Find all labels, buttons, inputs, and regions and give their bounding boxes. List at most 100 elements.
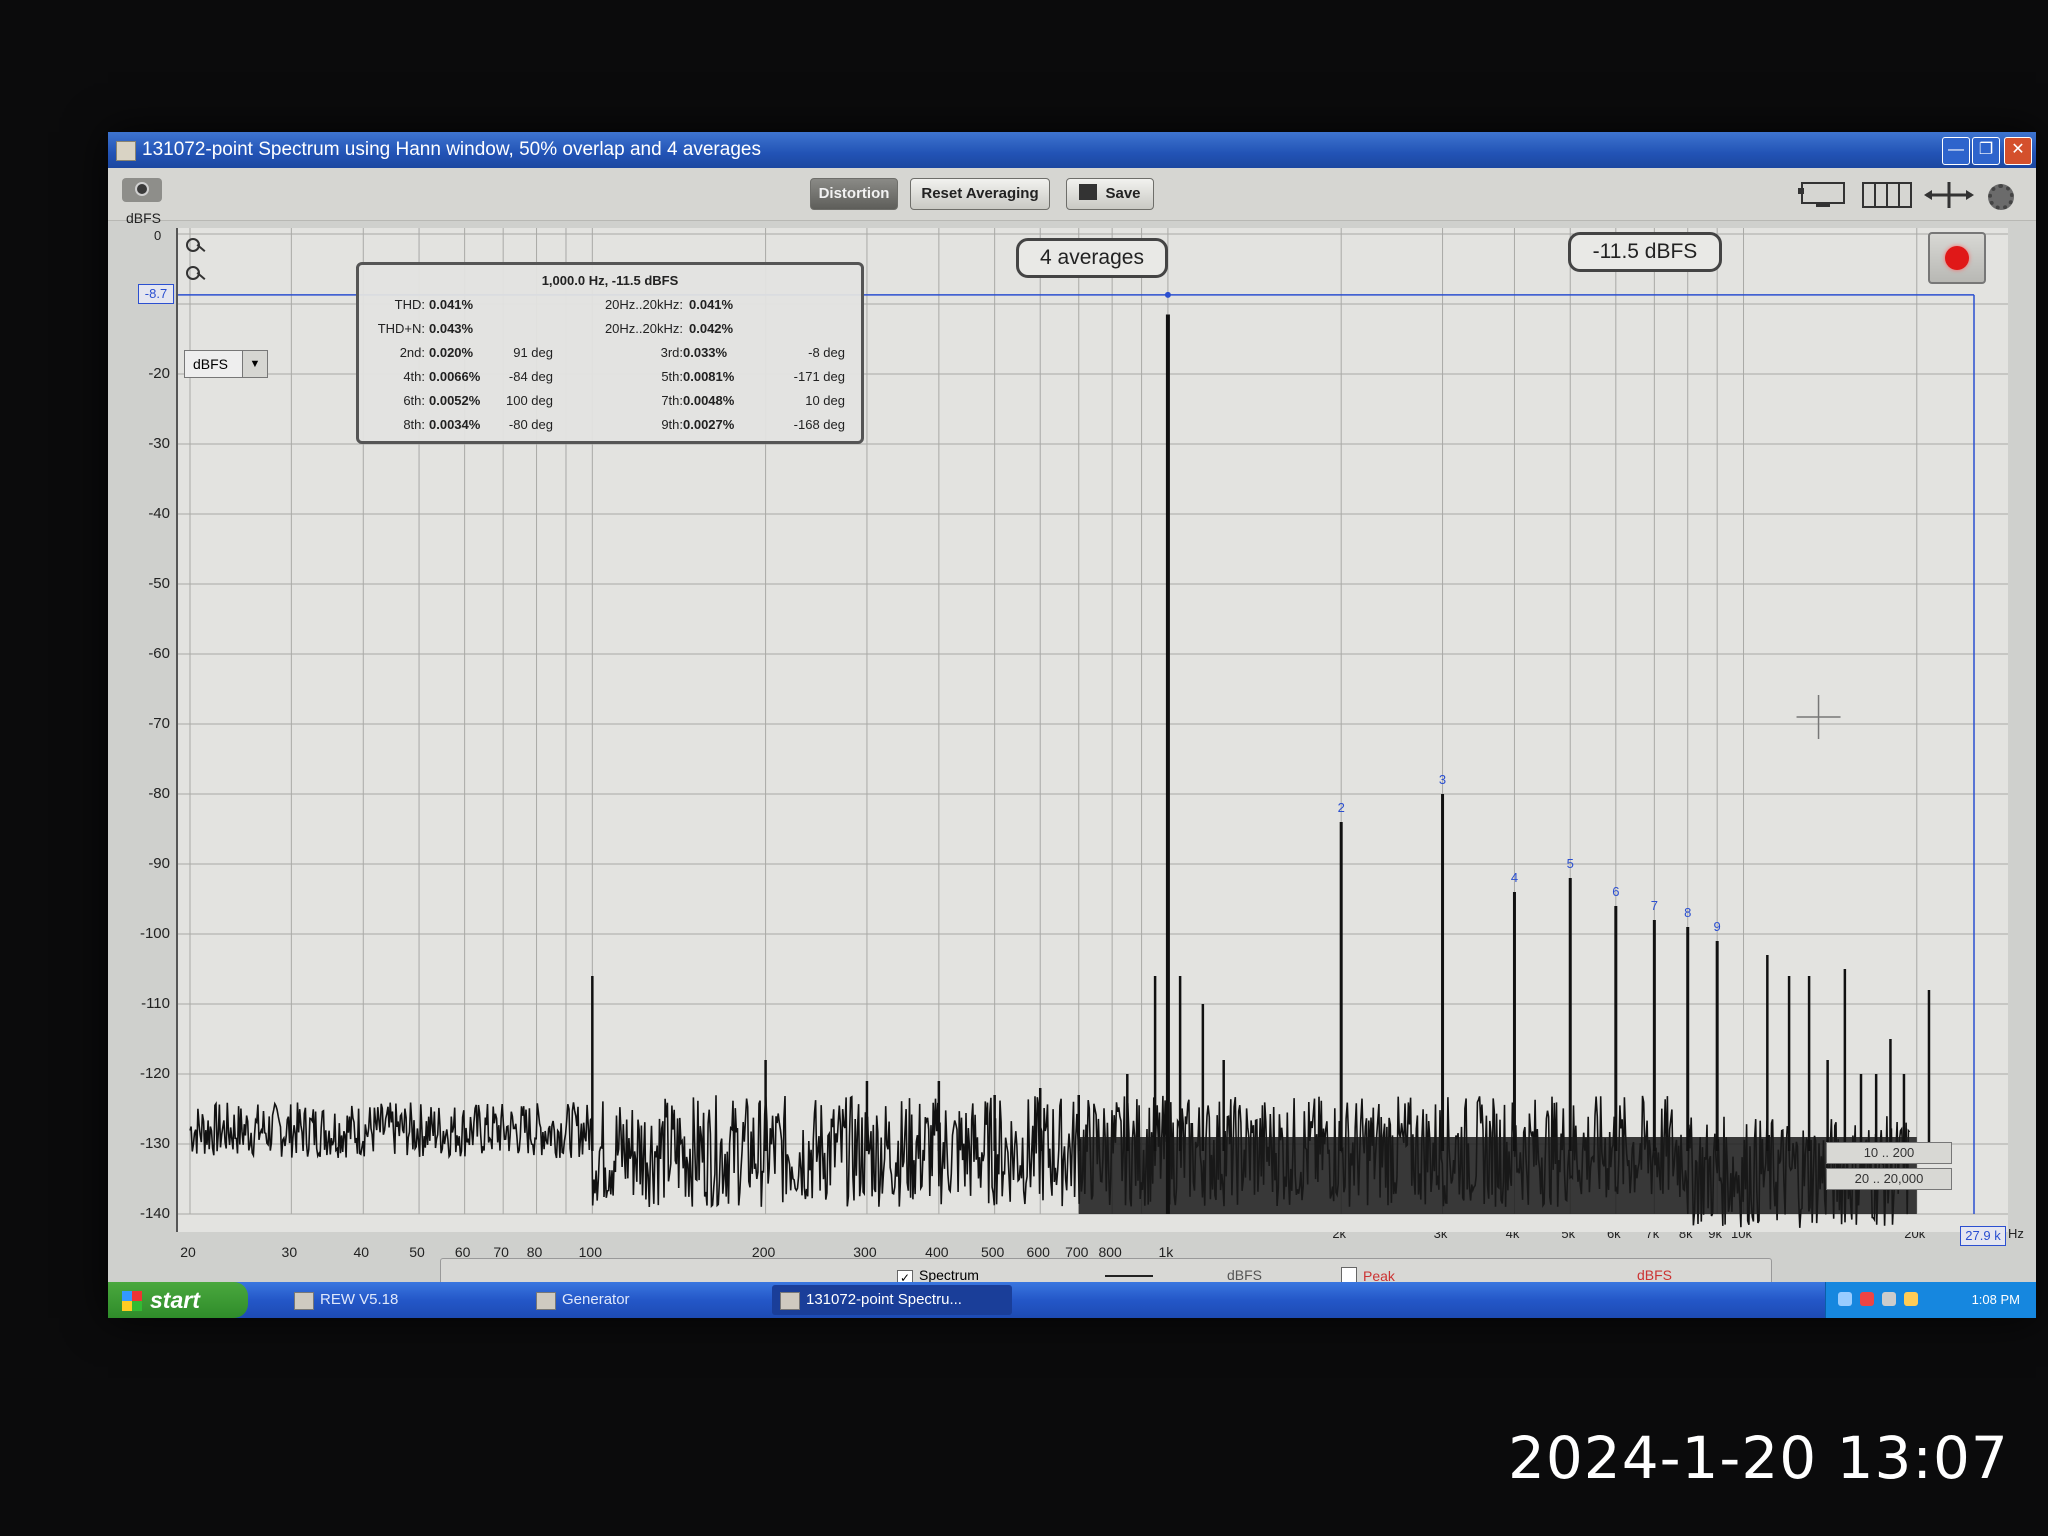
tray-volume-icon[interactable] xyxy=(1882,1292,1896,1306)
y-tick-label: -20 xyxy=(148,365,170,382)
harmonic-percent: 0.0048% xyxy=(683,393,735,408)
harmonic-number-label: 2 xyxy=(1338,800,1345,815)
unit-select[interactable]: dBFS ▼ xyxy=(184,350,268,378)
harmonic-percent: 0.0027% xyxy=(683,417,735,432)
monitor-view-icon[interactable] xyxy=(1796,180,1850,210)
thdn-band-value: 0.042% xyxy=(689,321,734,336)
x-tick-label: 50 xyxy=(409,1244,425,1260)
x-tick-label: 40 xyxy=(353,1244,370,1260)
y-tick-label: -60 xyxy=(148,645,170,662)
zoom-out-cursor-icon[interactable] xyxy=(186,264,208,282)
x-axis-edge-value[interactable]: 27.9 k xyxy=(1960,1226,2006,1246)
fit-arrows-icon[interactable] xyxy=(1922,180,1976,210)
thd-label: THD: xyxy=(394,297,425,312)
averages-indicator: 4 averages xyxy=(1016,238,1168,278)
save-label: Save xyxy=(1105,185,1141,202)
tray-security-icon[interactable] xyxy=(1860,1292,1874,1306)
harmonic-number-label: 5 xyxy=(1567,856,1574,871)
fundamental-marker xyxy=(1164,291,1171,298)
tray-network-icon[interactable] xyxy=(1838,1292,1852,1306)
x-axis-unit: Hz xyxy=(2008,1226,2024,1241)
taskbar-task[interactable]: Generator xyxy=(528,1285,748,1315)
monitor-screen: 131072-point Spectrum using Hann window,… xyxy=(108,132,2036,1318)
app-icon xyxy=(116,141,136,161)
level-marker-value[interactable]: -8.7 xyxy=(138,284,174,304)
harmonic-phase: 10 deg xyxy=(805,393,845,408)
maximize-button[interactable]: ❐ xyxy=(1972,137,2000,165)
y-tick-label: -40 xyxy=(148,505,170,522)
thdn-label: THD+N: xyxy=(377,321,425,336)
harmonic-label: 5th: xyxy=(661,369,683,384)
peak-checkbox[interactable] xyxy=(1341,1267,1357,1283)
harmonic-phase: 100 deg xyxy=(506,393,553,408)
spectrum-line-swatch xyxy=(1105,1275,1153,1277)
peak-unit-label: dBFS xyxy=(1637,1267,1673,1283)
y-tick-label: -130 xyxy=(139,1135,170,1152)
window-titlebar: 131072-point Spectrum using Hann window,… xyxy=(108,132,2036,168)
toolbar: Distortion Reset Averaging Save xyxy=(108,168,2036,221)
y-tick-label: -120 xyxy=(139,1065,170,1082)
reset-averaging-button[interactable]: Reset Averaging xyxy=(910,178,1050,210)
close-button[interactable]: ✕ xyxy=(2004,137,2032,165)
columns-view-icon[interactable] xyxy=(1860,180,1914,210)
thd-band-label: 20Hz..20kHz: xyxy=(604,297,683,312)
thd-band-value: 0.041% xyxy=(689,297,734,312)
distortion-header: 1,000.0 Hz, -11.5 dBFS xyxy=(541,273,679,288)
harmonic-phase: -84 deg xyxy=(508,369,553,384)
harmonic-number-label: 6 xyxy=(1612,884,1619,899)
thdn-band-label: 20Hz..20kHz: xyxy=(604,321,683,336)
harmonic-label: 7th: xyxy=(661,393,683,408)
start-button[interactable]: start xyxy=(108,1282,248,1318)
save-icon xyxy=(1079,184,1098,200)
tray-update-icon[interactable] xyxy=(1904,1292,1918,1306)
distortion-panel: 1,000.0 Hz, -11.5 dBFS THD: 0.041% 20Hz.… xyxy=(356,262,864,444)
x-tick-label: 30 xyxy=(281,1244,298,1260)
harmonic-phase: -171 deg xyxy=(793,369,845,384)
harmonic-percent: 0.033% xyxy=(683,345,728,360)
zoom-cursor-icon[interactable] xyxy=(186,236,208,254)
taskbar-task[interactable]: 131072-point Spectru... xyxy=(772,1285,1012,1315)
harmonic-label: 9th: xyxy=(661,417,683,432)
harmonic-number-label: 3 xyxy=(1439,772,1446,787)
distortion-button[interactable]: Distortion xyxy=(810,178,898,210)
spectrum-plot[interactable]: 2 3 4 5 6 7 8 9 dBFS ▼ 1,000.0 Hz, -11.5 dBFS TH… xyxy=(176,228,2008,1232)
spectrum-unit-label: dBFS xyxy=(1227,1267,1263,1283)
camera-icon[interactable] xyxy=(122,178,162,202)
taskbar-task[interactable]: REW V5.18 xyxy=(286,1285,506,1315)
taskbar: start REW V5.18 Generator 131072-point Spe… xyxy=(108,1282,2036,1318)
thdn-value: 0.043% xyxy=(429,321,474,336)
harmonic-label: 4th: xyxy=(403,369,425,384)
windows-flag-icon xyxy=(122,1291,142,1311)
y-tick-label: -70 xyxy=(148,715,170,732)
taskbar-clock: 1:08 PM xyxy=(1971,1292,2020,1307)
record-button[interactable] xyxy=(1928,232,1986,284)
y-axis-unit: dBFS xyxy=(126,210,162,226)
harmonic-phase: -80 deg xyxy=(508,417,553,432)
range-full-box[interactable]: 20 .. 20,000 xyxy=(1826,1168,1952,1190)
harmonic-phase: -168 deg xyxy=(793,417,845,432)
harmonic-percent: 0.0081% xyxy=(683,369,735,384)
y-tick-label: -90 xyxy=(148,855,170,872)
harmonic-phase: -8 deg xyxy=(808,345,845,360)
level-indicator: -11.5 dBFS xyxy=(1568,232,1722,272)
gear-icon[interactable] xyxy=(1988,184,2014,210)
unit-select-value: dBFS xyxy=(193,356,229,372)
spectrum-legend-label: Spectrum xyxy=(919,1267,979,1283)
save-button[interactable]: Save xyxy=(1066,178,1154,210)
harmonic-label: 6th: xyxy=(403,393,425,408)
harmonic-label: 3rd: xyxy=(660,345,683,360)
y-tick-label: -140 xyxy=(139,1205,170,1222)
noise-floor-fill xyxy=(1078,1137,1917,1214)
y-tick-label: -30 xyxy=(148,435,170,452)
y-axis-zero: 0 xyxy=(154,228,162,243)
minimize-button[interactable]: — xyxy=(1942,137,1970,165)
x-tick-label: 20 xyxy=(180,1244,196,1260)
range-low-box[interactable]: 10 .. 200 xyxy=(1826,1142,1952,1164)
harmonic-label: 8th: xyxy=(403,417,425,432)
harmonic-phase: 91 deg xyxy=(513,345,553,360)
y-tick-label: -100 xyxy=(139,925,170,942)
system-tray: 1:08 PM xyxy=(1825,1282,2036,1318)
harmonic-number-label: 4 xyxy=(1511,870,1518,885)
harmonic-number-label: 9 xyxy=(1714,919,1721,934)
y-tick-label: -50 xyxy=(148,575,170,592)
